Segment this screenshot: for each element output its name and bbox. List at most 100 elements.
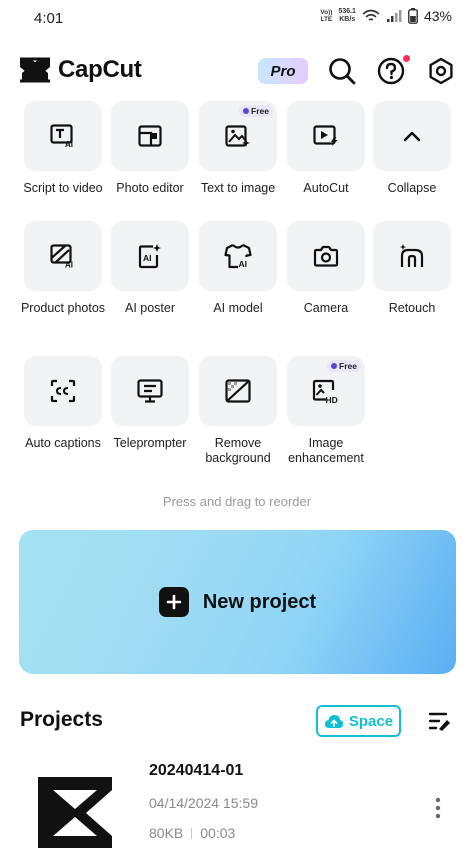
app-header: CapCut Pro bbox=[0, 50, 474, 92]
wifi-icon bbox=[362, 9, 380, 21]
tool-collapse[interactable]: Collapse bbox=[369, 101, 455, 196]
signal-icon bbox=[386, 10, 402, 22]
tool-label: Text to image bbox=[200, 181, 276, 195]
tool-tile[interactable] bbox=[373, 221, 451, 291]
autocut-icon bbox=[313, 125, 338, 147]
tool-label: Remove background bbox=[205, 436, 271, 465]
tool-label: Teleprompter bbox=[113, 436, 187, 450]
tool-label: AutoCut bbox=[303, 181, 349, 195]
tool-retouch[interactable]: Retouch bbox=[369, 221, 455, 316]
help-icon[interactable] bbox=[376, 56, 406, 86]
image-enhancement-icon: HD bbox=[312, 379, 338, 404]
project-size: 80KB bbox=[149, 825, 184, 841]
tool-label: AI model bbox=[213, 301, 263, 315]
meta-divider bbox=[191, 827, 193, 839]
auto-captions-icon bbox=[50, 379, 76, 403]
tool-tile[interactable]: AI bbox=[199, 221, 277, 291]
tool-camera[interactable]: Camera bbox=[283, 221, 369, 316]
tool-tile[interactable] bbox=[199, 356, 277, 426]
tool-tile[interactable]: AI bbox=[111, 221, 189, 291]
tool-label: AI poster bbox=[124, 301, 176, 315]
tool-remove-background[interactable]: Remove background bbox=[195, 356, 281, 466]
tool-tile[interactable]: AI bbox=[24, 101, 102, 171]
tool-label: Camera bbox=[303, 301, 349, 315]
tool-ai-poster[interactable]: AI AI poster bbox=[107, 221, 193, 316]
project-date: 04/14/2024 15:59 bbox=[149, 795, 258, 811]
ai-poster-icon: AI bbox=[138, 244, 161, 269]
tool-label: Retouch bbox=[388, 301, 436, 315]
plus-icon bbox=[158, 587, 189, 617]
svg-text:AI: AI bbox=[143, 253, 152, 263]
tool-tile[interactable] bbox=[287, 221, 365, 291]
projects-heading: Projects bbox=[20, 708, 103, 731]
new-project-label: New project bbox=[202, 590, 317, 613]
project-thumbnail[interactable] bbox=[20, 760, 130, 863]
tool-tile[interactable] bbox=[24, 356, 102, 426]
volte-indicator: Vo)) LTE bbox=[320, 9, 333, 23]
ai-model-icon: AI bbox=[224, 244, 252, 269]
photo-editor-icon bbox=[138, 125, 162, 147]
free-badge: Free bbox=[239, 105, 273, 117]
tool-product-photos[interactable]: AI Product photos bbox=[20, 221, 106, 316]
tool-autocut[interactable]: AutoCut bbox=[283, 101, 369, 196]
status-bar: 4:01 Vo)) LTE 536.1 KB/s 43% bbox=[0, 0, 474, 36]
tool-label: Product photos bbox=[20, 301, 106, 315]
tool-label: Photo editor bbox=[116, 181, 184, 195]
tool-teleprompter[interactable]: Teleprompter bbox=[107, 356, 193, 451]
teleprompter-icon bbox=[137, 379, 163, 403]
tool-label: Auto captions bbox=[25, 436, 101, 450]
free-dot-icon bbox=[331, 363, 338, 369]
camera-icon bbox=[313, 245, 339, 267]
tool-script-to-video[interactable]: AI Script to video bbox=[20, 101, 106, 196]
status-indicators: Vo)) LTE 536.1 KB/s 43% bbox=[320, 8, 452, 24]
retouch-icon bbox=[400, 244, 424, 267]
tool-tile[interactable] bbox=[111, 356, 189, 426]
svg-text:AI: AI bbox=[239, 259, 248, 269]
status-time: 4:01 bbox=[34, 10, 64, 27]
capcut-logo-icon bbox=[20, 57, 50, 83]
text-to-image-icon bbox=[225, 125, 250, 147]
network-speed-unit: KB/s bbox=[339, 16, 356, 23]
reorder-hint: Press and drag to reorder bbox=[162, 494, 312, 509]
chevron-up-icon bbox=[403, 131, 421, 142]
project-meta: 80KB 00:03 bbox=[149, 825, 235, 841]
tool-label: Image enhancement bbox=[288, 436, 364, 465]
space-button[interactable]: Space bbox=[316, 705, 401, 737]
tool-photo-editor[interactable]: Photo editor bbox=[107, 101, 193, 196]
free-badge-label: Free bbox=[339, 361, 357, 371]
pro-button[interactable]: Pro bbox=[258, 58, 308, 84]
tool-tile[interactable]: Free HD bbox=[287, 356, 365, 426]
remove-background-icon bbox=[225, 379, 251, 403]
network-speed: 536.1 KB/s bbox=[338, 8, 356, 24]
app-name: CapCut bbox=[58, 56, 142, 83]
project-duration: 00:03 bbox=[200, 825, 236, 841]
search-icon[interactable] bbox=[327, 56, 357, 86]
free-badge: Free bbox=[327, 360, 361, 372]
free-badge-label: Free bbox=[251, 106, 269, 116]
settings-icon[interactable] bbox=[426, 56, 456, 86]
capcut-logo: CapCut bbox=[18, 56, 142, 84]
product-photos-icon: AI bbox=[50, 244, 73, 268]
svg-text:AI: AI bbox=[65, 140, 73, 148]
tool-image-enhancement[interactable]: Free HD Image enhancement bbox=[283, 356, 369, 466]
cloud-upload-icon bbox=[324, 715, 343, 728]
tool-auto-captions[interactable]: Auto captions bbox=[20, 356, 106, 451]
tool-tile[interactable]: AI bbox=[24, 221, 102, 291]
svg-text:HD: HD bbox=[326, 395, 338, 404]
tool-text-to-image[interactable]: Free Text to image bbox=[195, 101, 281, 196]
tool-label: Collapse bbox=[387, 181, 437, 195]
more-options-icon[interactable] bbox=[434, 797, 442, 819]
sort-edit-icon[interactable] bbox=[428, 710, 452, 732]
new-project-button[interactable]: New project bbox=[19, 530, 456, 674]
free-dot-icon bbox=[243, 108, 250, 114]
tool-tile[interactable] bbox=[373, 101, 451, 171]
tool-tile[interactable] bbox=[287, 101, 365, 171]
space-label: Space bbox=[348, 712, 394, 730]
tool-ai-model[interactable]: AI AI model bbox=[195, 221, 281, 316]
tool-label: Script to video bbox=[23, 181, 103, 195]
tool-tile[interactable]: Free bbox=[199, 101, 277, 171]
script-ai-icon: AI bbox=[50, 124, 73, 148]
network-speed-value: 536.1 bbox=[338, 8, 356, 15]
tool-tile[interactable] bbox=[111, 101, 189, 171]
project-name[interactable]: 20240414-01 bbox=[149, 762, 243, 780]
